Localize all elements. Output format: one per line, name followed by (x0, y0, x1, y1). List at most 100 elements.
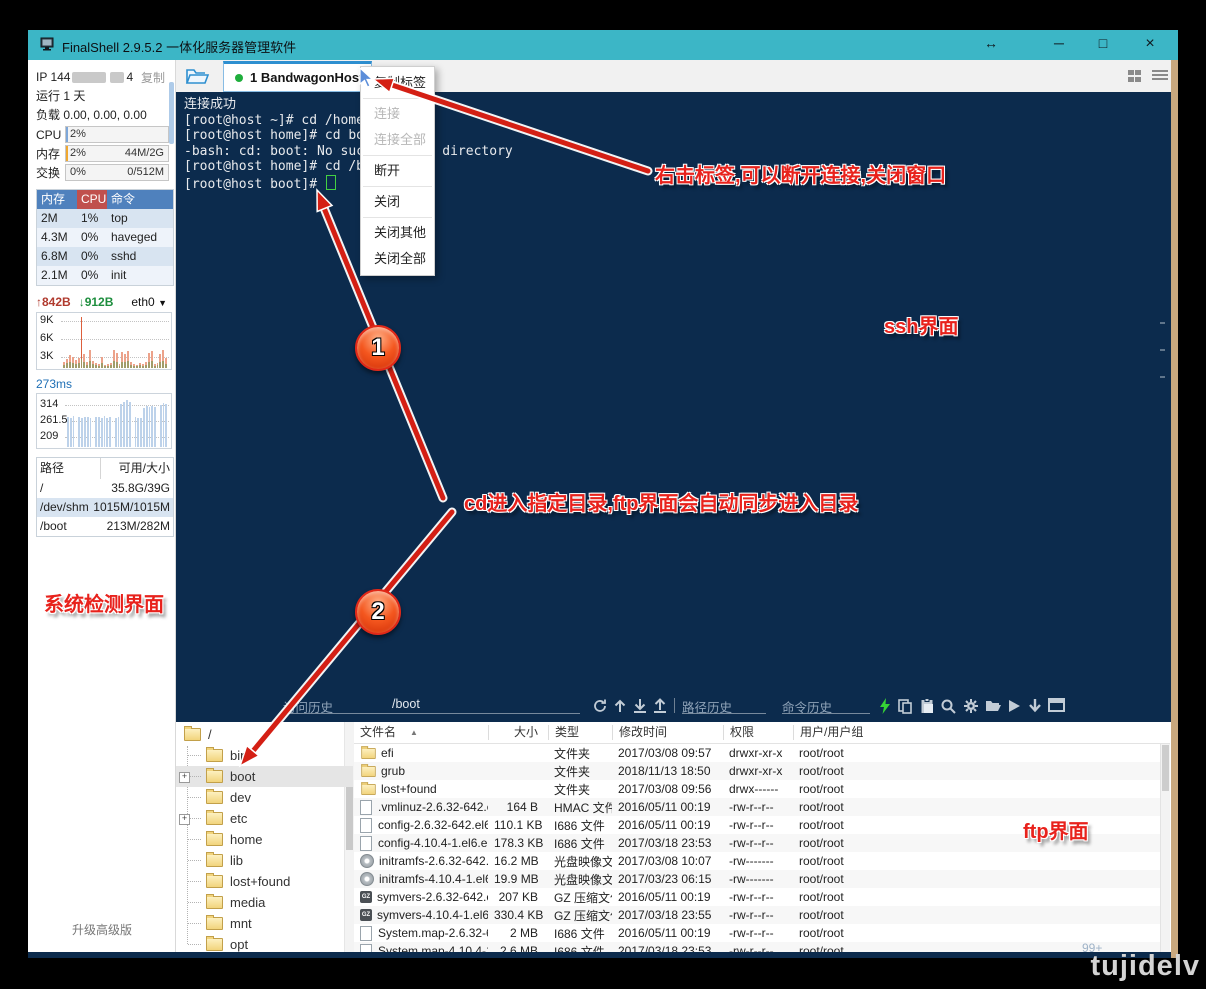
disk-col-header[interactable]: 可用/大小 (100, 458, 173, 479)
file-col-header[interactable]: 文件名▲ (354, 725, 488, 740)
file-row[interactable]: lost+found文件夹2017/03/08 09:56drwx------r… (354, 780, 1170, 798)
process-col-header[interactable]: 命令 (107, 190, 173, 209)
file-row[interactable]: GZsymvers-4.10.4-1.el6....330.4 KBGZ 压缩文… (354, 906, 1170, 924)
file-modified-cell: 2016/05/11 00:19 (612, 926, 723, 940)
file-row[interactable]: efi文件夹2017/03/08 09:57drwxr-xr-xroot/roo… (354, 744, 1170, 762)
file-col-header[interactable]: 权限 (723, 725, 793, 740)
span-windows-button[interactable]: ↔ (980, 35, 1002, 51)
settings-gear-icon[interactable] (963, 698, 979, 714)
download-arrow-icon[interactable] (1027, 698, 1043, 714)
net-bar-slot (72, 317, 74, 368)
minimize-button[interactable]: ─ (1048, 35, 1070, 51)
ping-bar-slot (95, 398, 97, 447)
ping-bar (163, 403, 165, 447)
expand-icon[interactable]: + (179, 772, 190, 783)
menu-item[interactable]: 关闭其他 (361, 220, 434, 246)
net-bar-slot (130, 317, 132, 368)
file-owner-cell: root/root (793, 908, 1170, 922)
open-connection-folder-button[interactable] (184, 65, 210, 87)
file-col-header[interactable]: 类型 (548, 725, 612, 740)
process-row[interactable]: 2M1%top (37, 209, 173, 228)
copy-ip-button[interactable]: 复制 (141, 69, 165, 86)
path-input[interactable]: /boot (392, 697, 580, 714)
file-type-cell: I686 文件 (548, 817, 612, 834)
up-directory-icon[interactable] (612, 698, 628, 714)
gauge-label: 交换 (36, 164, 65, 181)
grid-view-icon[interactable] (1128, 70, 1143, 83)
folder-icon (206, 770, 223, 783)
ping-bar-slot (90, 398, 92, 447)
menu-list-icon[interactable] (1152, 70, 1168, 83)
tree-item-lib[interactable]: lib (176, 850, 353, 871)
tree-item-mnt[interactable]: mnt (176, 913, 353, 934)
tree-item-home[interactable]: home (176, 829, 353, 850)
file-col-header[interactable]: 用户/用户组 (793, 725, 1170, 740)
copy-icon[interactable] (897, 698, 913, 714)
disk-row[interactable]: /dev/shm1015M/1015M (37, 498, 173, 517)
upload-icon[interactable] (652, 698, 668, 714)
file-row[interactable]: System.map-4.10.4-1...2.6 MBI686 文件2017/… (354, 942, 1170, 952)
expand-icon[interactable]: + (179, 814, 190, 825)
window-title: FinalShell 2.9.5.2 一体化服务器管理软件 (62, 37, 296, 56)
tree-item-root[interactable]: / (176, 724, 353, 745)
menu-item[interactable]: 关闭 (361, 189, 434, 215)
disk-row[interactable]: /boot213M/282M (37, 517, 173, 536)
download-bar (113, 361, 115, 368)
ping-bar (78, 417, 80, 447)
tree-item-etc[interactable]: +etc (176, 808, 353, 829)
upgrade-link[interactable]: 升级高级版 (72, 921, 132, 938)
path-history-field[interactable]: 路径历史 (682, 697, 766, 714)
play-run-icon[interactable] (1007, 698, 1023, 714)
tree-item-lost+found[interactable]: lost+found (176, 871, 353, 892)
session-tab[interactable]: 1 BandwagonHost (223, 61, 372, 92)
file-col-header[interactable]: 大小 (488, 725, 548, 740)
tree-item-opt[interactable]: opt (176, 934, 353, 952)
menu-item[interactable]: 关闭全部 (361, 246, 434, 272)
paste-icon[interactable] (919, 698, 935, 714)
ping-bar-slot (129, 398, 131, 447)
refresh-icon[interactable] (592, 698, 608, 714)
menu-item[interactable]: 断开 (361, 158, 434, 184)
process-row[interactable]: 6.8M0%sshd (37, 247, 173, 266)
file-perm-cell: -rw------- (723, 854, 793, 868)
ping-bar-slot (140, 398, 142, 447)
disk-row[interactable]: /35.8G/39G (37, 479, 173, 498)
tree-item-boot[interactable]: +boot (176, 766, 353, 787)
process-row[interactable]: 2.1M0%init (37, 266, 173, 285)
net-bar-slot (113, 317, 115, 368)
lightning-sync-icon[interactable] (877, 698, 893, 714)
maximize-button[interactable]: □ (1092, 35, 1114, 51)
search-icon[interactable] (940, 698, 956, 714)
net-bar-slot (119, 317, 121, 368)
file-type-cell: 文件夹 (548, 781, 612, 798)
file-table-scrollbar[interactable] (1160, 744, 1170, 952)
open-folder-icon[interactable] (985, 698, 1001, 714)
process-col-header[interactable]: 内存 (37, 190, 77, 209)
menu-separator (363, 155, 432, 156)
ping-bar-slot (137, 398, 139, 447)
ping-bar-slot (165, 398, 167, 447)
sidebar-scrollbar[interactable] (169, 82, 174, 144)
disk-col-header[interactable]: 路径 (37, 458, 100, 479)
file-row[interactable]: .vmlinuz-2.6.32-642.el...164 BHMAC 文件201… (354, 798, 1170, 816)
file-row[interactable]: grub文件夹2018/11/13 18:50drwxr-xr-xroot/ro… (354, 762, 1170, 780)
download-icon[interactable] (632, 698, 648, 714)
file-row[interactable]: initramfs-4.10.4-1.el6....19.9 MB光盘映像文..… (354, 870, 1170, 888)
window-monitor-icon[interactable] (1048, 698, 1064, 714)
command-history-field[interactable]: 命令历史 (782, 697, 870, 714)
cpu-gauge-bar: 2% (65, 126, 169, 143)
file-table-scrollbar-thumb[interactable] (1162, 745, 1169, 791)
file-col-header[interactable]: 修改时间 (612, 725, 723, 740)
interface-selector[interactable]: eth0 ▼ (131, 295, 167, 309)
close-button[interactable]: × (1139, 35, 1161, 53)
process-row[interactable]: 4.3M0%haveged (37, 228, 173, 247)
file-row[interactable]: initramfs-2.6.32-642.e...16.2 MB光盘映像文...… (354, 852, 1170, 870)
tree-item-bin[interactable]: bin (176, 745, 353, 766)
tree-item-dev[interactable]: dev (176, 787, 353, 808)
tree-item-media[interactable]: media (176, 892, 353, 913)
file-perm-cell: drwxr-xr-x (723, 764, 793, 778)
process-col-header[interactable]: CPU (77, 190, 107, 209)
net-bar-slot (95, 317, 97, 368)
file-row[interactable]: GZsymvers-2.6.32-642.el...207 KBGZ 压缩文件2… (354, 888, 1170, 906)
file-row[interactable]: System.map-2.6.32-6...2 MBI686 文件2016/05… (354, 924, 1170, 942)
